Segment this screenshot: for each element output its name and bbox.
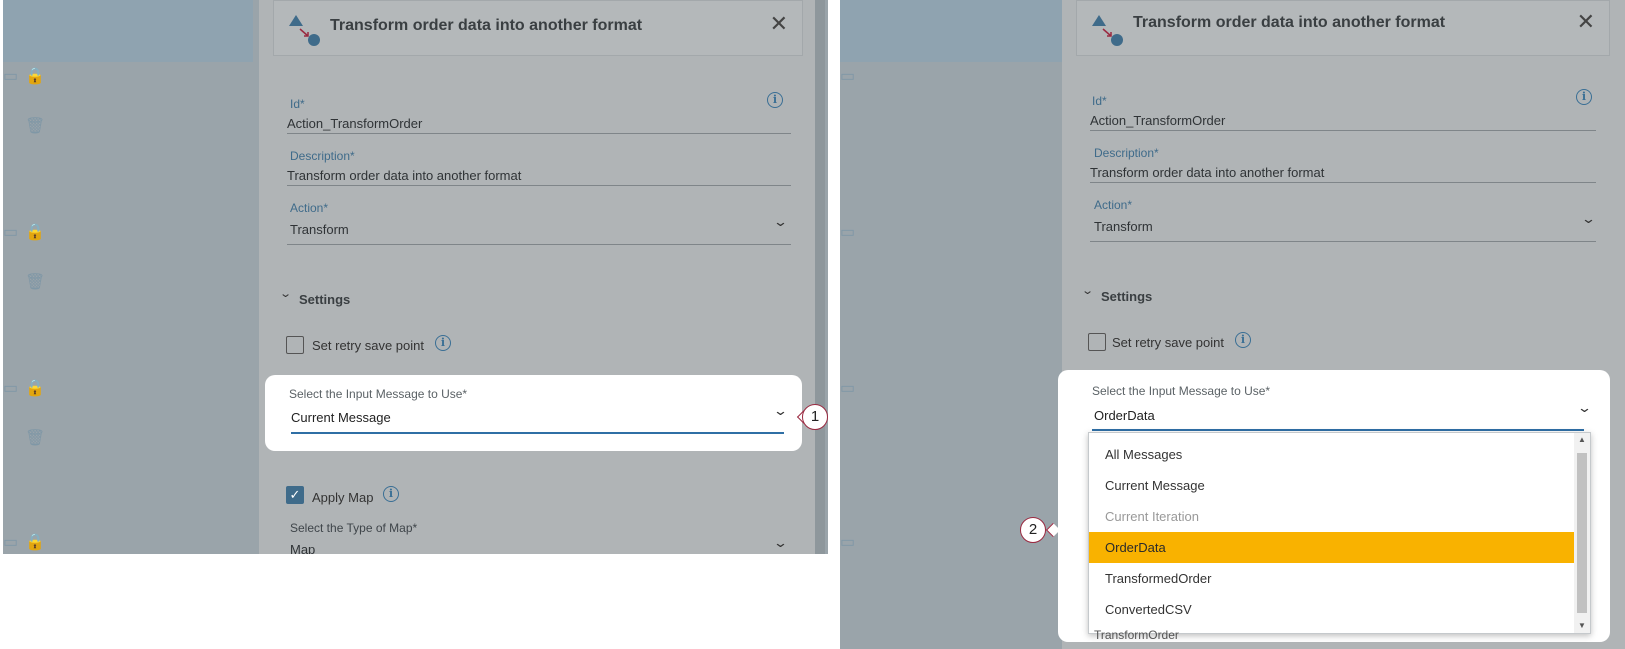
comment-icon: ▭ bbox=[3, 224, 19, 241]
retry-save-point-checkbox[interactable] bbox=[286, 336, 304, 354]
description-field-underline bbox=[287, 185, 791, 186]
info-icon[interactable]: i bbox=[383, 486, 399, 502]
description-field-underline bbox=[1090, 182, 1596, 183]
settings-collapse-icon[interactable]: ⌄ bbox=[1081, 284, 1094, 297]
right-screenshot-panel: ▭ ▭ ▭ ▭ Transform order data into anothe… bbox=[840, 0, 1625, 649]
comment-icon: ▭ bbox=[840, 380, 856, 397]
input-message-select-value[interactable]: OrderData bbox=[1094, 408, 1155, 423]
lock-icon: 🔒 bbox=[25, 380, 45, 397]
chevron-down-icon[interactable]: ⌄ bbox=[773, 214, 788, 230]
dropdown-option[interactable]: TransformedOrder bbox=[1089, 563, 1574, 594]
description-field-label: Description* bbox=[1094, 146, 1159, 160]
settings-section-title[interactable]: Settings bbox=[1101, 289, 1152, 304]
dropdown-option[interactable]: Current Message bbox=[1089, 470, 1574, 501]
comment-icon: ▭ bbox=[3, 380, 19, 397]
dropdown-scrollbar[interactable]: ▲ ▼ bbox=[1574, 433, 1590, 633]
action-field-underline bbox=[1090, 241, 1596, 242]
input-message-label: Select the Input Message to Use* bbox=[1092, 384, 1271, 398]
id-field-underline bbox=[287, 133, 791, 134]
trash-icon: 🗑 bbox=[25, 118, 46, 135]
input-message-label: Select the Input Message to Use* bbox=[289, 387, 468, 401]
info-icon[interactable]: i bbox=[1235, 332, 1251, 348]
trash-icon: 🗑 bbox=[25, 430, 46, 447]
input-message-highlight: Select the Input Message to Use* Current… bbox=[265, 375, 802, 451]
retry-save-point-label: Set retry save point bbox=[312, 338, 424, 353]
drawer-scroll-edge bbox=[815, 0, 825, 554]
comment-icon: ▭ bbox=[3, 68, 19, 85]
trash-icon: 🗑 bbox=[25, 274, 46, 291]
dropdown-option[interactable]: All Messages bbox=[1089, 439, 1574, 470]
scroll-down-icon[interactable]: ▼ bbox=[1574, 619, 1590, 633]
chevron-down-icon[interactable]: ⌄ bbox=[1581, 211, 1596, 227]
input-message-dropdown-list: All Messages Current Message Current Ite… bbox=[1088, 432, 1591, 634]
properties-drawer bbox=[259, 0, 815, 554]
close-icon[interactable]: ✕ bbox=[770, 13, 788, 35]
action-field-label: Action* bbox=[1094, 198, 1133, 212]
comment-icon: ▭ bbox=[840, 68, 856, 85]
info-icon[interactable]: i bbox=[767, 92, 783, 108]
transform-action-icon bbox=[1092, 15, 1123, 46]
dropdown-option-selected[interactable]: OrderData bbox=[1089, 532, 1574, 563]
action-field-label: Action* bbox=[290, 201, 329, 215]
id-field-value[interactable]: Action_TransformOrder bbox=[287, 116, 422, 131]
partially-visible-field-value: TransformOrder bbox=[1094, 628, 1179, 642]
callout-badge-2: 2 bbox=[1020, 517, 1046, 543]
description-field-value[interactable]: Transform order data into another format bbox=[287, 168, 521, 183]
description-field-value[interactable]: Transform order data into another format bbox=[1090, 165, 1324, 180]
map-type-label: Select the Type of Map* bbox=[290, 521, 418, 535]
retry-save-point-checkbox[interactable] bbox=[1088, 333, 1106, 351]
action-select-value[interactable]: Transform bbox=[290, 222, 349, 237]
description-field-label: Description* bbox=[290, 149, 355, 163]
settings-section-title[interactable]: Settings bbox=[299, 292, 350, 307]
settings-collapse-icon[interactable]: ⌄ bbox=[279, 287, 292, 300]
scroll-thumb[interactable] bbox=[1577, 453, 1587, 613]
background-header-strip bbox=[840, 0, 1062, 62]
apply-map-label: Apply Map bbox=[312, 490, 374, 505]
id-field-underline bbox=[1090, 130, 1596, 131]
id-field-label: Id* bbox=[290, 97, 305, 111]
drawer-title: Transform order data into another format bbox=[330, 17, 643, 34]
info-icon[interactable]: i bbox=[1576, 89, 1592, 105]
id-field-value[interactable]: Action_TransformOrder bbox=[1090, 113, 1225, 128]
left-screenshot-panel: ▭ 🔒 🗑 ▭ 🔒 🗑 ▭ 🔒 🗑 ▭ 🔒 Transform order da… bbox=[3, 0, 828, 554]
callout-badge-1: 1 bbox=[802, 404, 828, 430]
scroll-up-icon[interactable]: ▲ bbox=[1574, 433, 1590, 447]
input-message-select-value[interactable]: Current Message bbox=[291, 410, 391, 425]
lock-icon: 🔒 bbox=[25, 534, 45, 551]
drawer-header: Transform order data into another format… bbox=[1076, 0, 1610, 56]
dropdown-option-disabled: Current Iteration bbox=[1105, 509, 1199, 524]
input-message-highlight: Select the Input Message to Use* OrderDa… bbox=[1058, 370, 1610, 642]
drawer-title: Transform order data into another format bbox=[1133, 14, 1446, 31]
transform-action-icon bbox=[289, 15, 320, 46]
action-select-value[interactable]: Transform bbox=[1094, 219, 1153, 234]
info-icon[interactable]: i bbox=[435, 335, 451, 351]
drawer-header: Transform order data into another format… bbox=[273, 0, 803, 56]
id-field-label: Id* bbox=[1092, 94, 1107, 108]
comment-icon: ▭ bbox=[840, 534, 856, 551]
chevron-down-icon[interactable]: ⌄ bbox=[1577, 400, 1592, 416]
apply-map-checkbox[interactable]: ✓ bbox=[286, 486, 304, 504]
lock-icon: 🔒 bbox=[25, 68, 45, 85]
input-message-underline bbox=[291, 432, 784, 434]
retry-save-point-label: Set retry save point bbox=[1112, 335, 1224, 350]
map-type-select-value[interactable]: Map bbox=[290, 542, 315, 554]
close-icon[interactable]: ✕ bbox=[1577, 11, 1595, 33]
action-field-underline bbox=[287, 244, 791, 245]
dropdown-option[interactable]: ConvertedCSV bbox=[1089, 594, 1574, 625]
lock-icon: 🔒 bbox=[25, 224, 45, 241]
background-header-strip bbox=[3, 0, 253, 62]
comment-icon: ▭ bbox=[840, 224, 856, 241]
input-message-underline bbox=[1092, 429, 1584, 431]
chevron-down-icon[interactable]: ⌄ bbox=[773, 403, 788, 419]
comment-icon: ▭ bbox=[3, 534, 19, 551]
chevron-down-icon[interactable]: ⌄ bbox=[773, 535, 788, 551]
